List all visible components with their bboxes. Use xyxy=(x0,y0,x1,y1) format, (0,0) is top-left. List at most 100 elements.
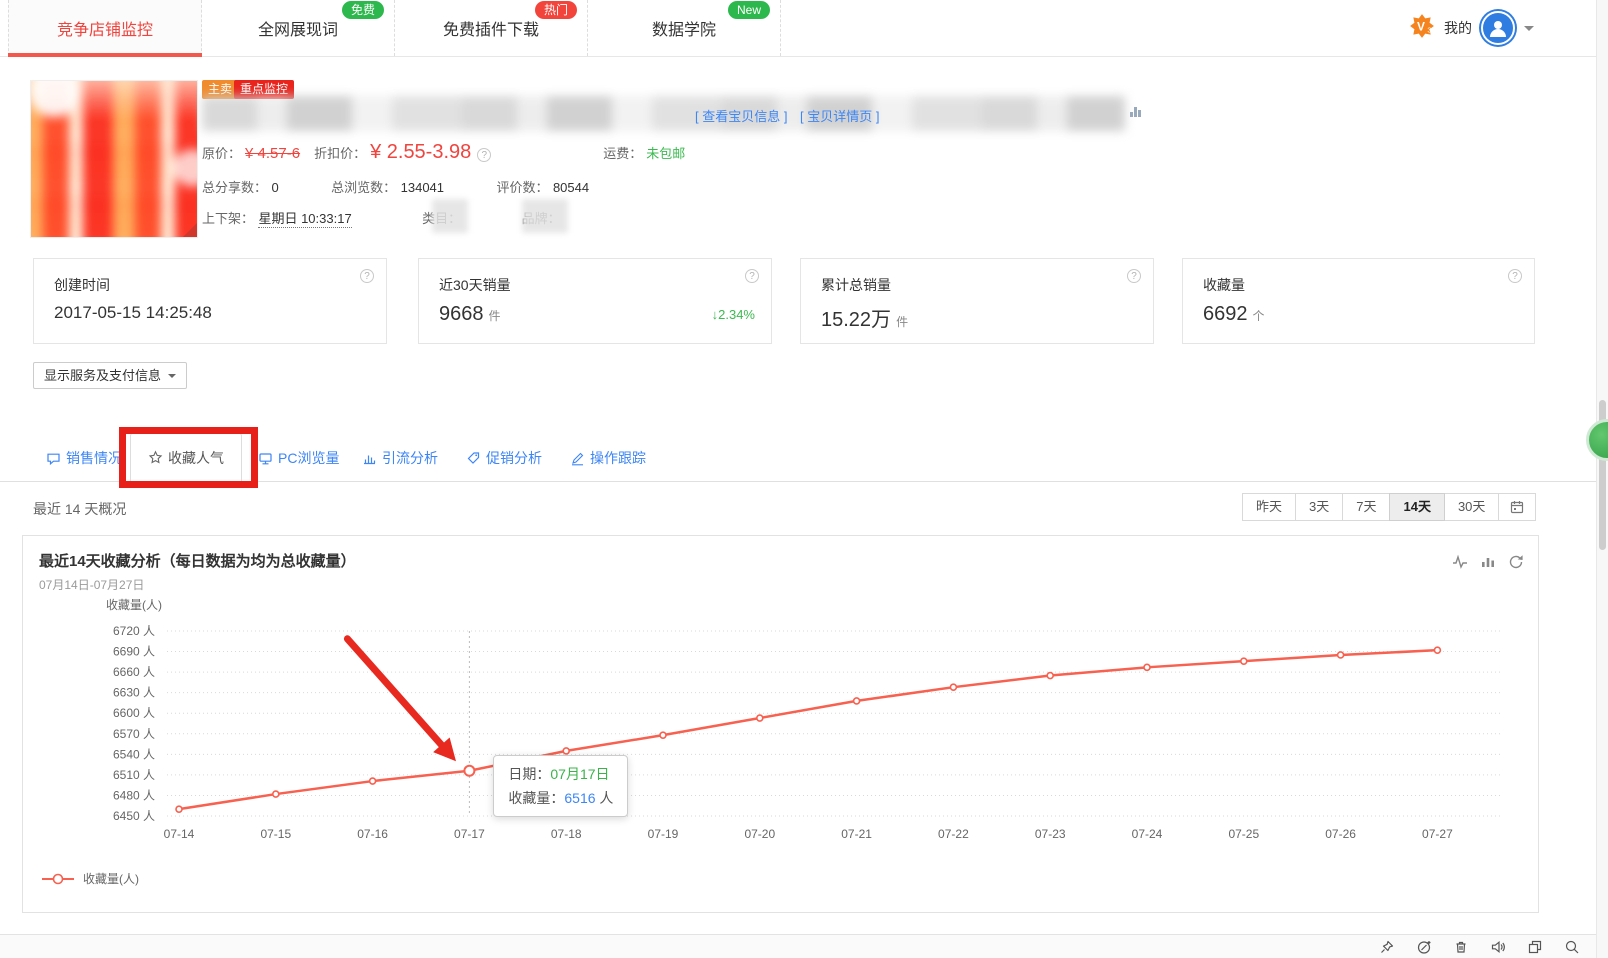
svg-text:07-15: 07-15 xyxy=(260,827,291,841)
tab-pc-views[interactable]: PC浏览量 xyxy=(258,448,339,468)
product-meta-row: 上下架： 星期日 10:33:17 类目： 品牌： xyxy=(202,208,561,228)
shelf-time-value[interactable]: 星期日 10:33:17 xyxy=(258,211,352,228)
favorites-line-chart: 收藏量(人) 6450 人 6480 人 6510 人 6540 人 6570 人 6600… xyxy=(106,598,1503,841)
chart-title: 最近14天收藏分析（每日数据为均为总收藏量） xyxy=(39,553,356,570)
range-14day-button[interactable]: 14天 xyxy=(1389,493,1445,521)
new-badge: New xyxy=(727,1,770,19)
range-3day-button[interactable]: 3天 xyxy=(1295,493,1344,521)
tooltip-date-label: 日期： xyxy=(508,765,551,782)
red-highlight-annotation xyxy=(119,427,258,488)
card-value: 6692 xyxy=(1203,303,1248,325)
help-icon[interactable]: ? xyxy=(1508,269,1522,283)
service-button-label: 显示服务及支付信息 xyxy=(44,368,162,383)
vip-level-icon[interactable]: V3 xyxy=(1409,13,1435,44)
calendar-button[interactable] xyxy=(1498,493,1537,521)
avatar[interactable] xyxy=(1481,11,1515,45)
help-icon[interactable]: ? xyxy=(745,269,759,283)
svg-text:07-23: 07-23 xyxy=(1035,827,1066,841)
card-title: 创建时间 xyxy=(54,277,110,293)
product-stats-row: 总分享数： 0 总浏览数： 134041 评价数： 80544 xyxy=(202,177,637,197)
tab-traffic-analysis[interactable]: 引流分析 xyxy=(362,448,438,468)
blurred-product-title xyxy=(202,96,1125,131)
chart-legend[interactable]: 收藏量(人) xyxy=(41,870,139,887)
blurred-product-photo xyxy=(31,81,197,237)
chevron-down-icon[interactable] xyxy=(1524,26,1534,36)
hot-badge: 热门 xyxy=(534,1,577,19)
svg-text:07-27: 07-27 xyxy=(1422,827,1453,841)
card-unit: 个 xyxy=(1252,309,1265,323)
tooltip-date-value: 07月17日 xyxy=(550,765,610,782)
search-icon[interactable] xyxy=(1564,939,1580,955)
legend-marker-icon xyxy=(42,873,74,884)
card-favorites: 收藏量 ? 6692 个 xyxy=(1182,258,1535,344)
tag-icon xyxy=(467,451,480,464)
svg-text:07-24: 07-24 xyxy=(1132,827,1163,841)
svg-text:07-21: 07-21 xyxy=(841,827,872,841)
svg-text:6450 人: 6450 人 xyxy=(113,809,155,823)
trash-icon[interactable] xyxy=(1453,939,1469,955)
discount-price-label: 折扣价： xyxy=(314,146,367,161)
original-price-value: ¥ 4.57-6 xyxy=(245,145,301,162)
original-price-label: 原价： xyxy=(202,146,242,161)
card-unit: 件 xyxy=(488,309,501,323)
tab-sales-status[interactable]: 销售情况 xyxy=(46,448,122,468)
svg-text:07-14: 07-14 xyxy=(164,827,195,841)
floating-help-button[interactable] xyxy=(1586,419,1608,461)
help-icon[interactable]: ? xyxy=(1127,269,1141,283)
tooltip-value: 6516 xyxy=(564,789,596,806)
range-7day-button[interactable]: 7天 xyxy=(1342,493,1391,521)
bar-chart-icon[interactable] xyxy=(1480,554,1496,575)
refresh-icon[interactable] xyxy=(1508,554,1524,575)
svg-text:07-18: 07-18 xyxy=(551,827,582,841)
window-restore-icon[interactable] xyxy=(1527,939,1543,955)
card-title: 累计总销量 xyxy=(821,277,891,293)
svg-text:6570 人: 6570 人 xyxy=(113,727,155,741)
nav-tab-keywords[interactable]: 全网展现词 免费 xyxy=(202,0,395,56)
help-icon[interactable]: ? xyxy=(360,269,374,283)
card-30day-sales: 近30天销量 ? 9668 件 ↓2.34% xyxy=(418,258,772,344)
favorites-chart-card: 最近14天收藏分析（每日数据为均为总收藏量） 07月14日-07月27日 收藏量… xyxy=(22,535,1539,913)
chart-tooltip: 日期：07月17日 收藏量：6516 人 xyxy=(493,754,629,817)
range-yesterday-button[interactable]: 昨天 xyxy=(1242,493,1297,521)
bar-chart-icon xyxy=(364,455,376,464)
help-icon[interactable]: ? xyxy=(477,148,492,162)
legend-label: 收藏量(人) xyxy=(83,872,139,886)
pencil-icon xyxy=(572,452,584,465)
range-30day-button[interactable]: 30天 xyxy=(1443,493,1500,521)
review-count-value: 80544 xyxy=(552,180,590,195)
calendar-icon xyxy=(1511,501,1524,514)
tab-operation-tracking[interactable]: 操作跟踪 xyxy=(570,448,646,468)
free-badge: 免费 xyxy=(341,1,384,19)
tooltip-unit: 人 xyxy=(595,789,614,806)
show-service-payment-button[interactable]: 显示服务及支付信息 xyxy=(33,362,188,389)
delta-down-badge: ↓2.34% xyxy=(711,307,755,322)
chart-plot-area[interactable]: 收藏量(人) 6450 人 6480 人 6510 人 6540 人 6570 人 6600… xyxy=(29,591,1531,869)
svg-text:6510 人: 6510 人 xyxy=(113,768,155,782)
review-count-label: 评价数： xyxy=(496,180,549,195)
share-count-value: 0 xyxy=(271,180,279,195)
svg-text:6600 人: 6600 人 xyxy=(113,706,155,720)
rank-icon xyxy=(1128,104,1143,124)
tab-promo-analysis[interactable]: 促销分析 xyxy=(466,448,542,468)
nav-tab-label: 竞争店铺监控 xyxy=(56,22,153,39)
pin-icon[interactable] xyxy=(1379,939,1395,955)
price-row: 原价： ¥ 4.57-6 折扣价： ¥ 2.55-3.98 ? 运费： 未包邮 xyxy=(202,141,685,164)
svg-text:收藏量(人): 收藏量(人) xyxy=(106,598,162,612)
nav-tab-plugin-download[interactable]: 免费插件下载 热门 xyxy=(395,0,588,56)
my-account-label[interactable]: 我的 xyxy=(1444,18,1472,38)
vertical-scrollbar xyxy=(1596,0,1608,958)
speaker-icon[interactable] xyxy=(1490,939,1506,955)
nav-tab-competitor-monitor[interactable]: 竞争店铺监控 xyxy=(8,0,202,57)
page: 竞争店铺监控 全网展现词 免费 免费插件下载 热门 数据学院 New V3 我的 xyxy=(0,0,1608,958)
blurred-brand-value xyxy=(522,199,568,233)
annotate-icon[interactable] xyxy=(1416,939,1432,955)
line-chart-icon[interactable] xyxy=(1452,554,1468,575)
nav-tab-data-academy[interactable]: 数据学院 New xyxy=(588,0,781,56)
tab-label: PC浏览量 xyxy=(278,450,340,466)
view-item-info-link[interactable]: [ 查看宝贝信息 ] xyxy=(695,106,787,125)
product-image[interactable] xyxy=(30,80,198,238)
view-count-value: 134041 xyxy=(400,180,445,195)
svg-text:6630 人: 6630 人 xyxy=(113,686,155,700)
svg-text:07-20: 07-20 xyxy=(744,827,775,841)
item-detail-page-link[interactable]: [ 宝贝详情页 ] xyxy=(800,106,879,125)
